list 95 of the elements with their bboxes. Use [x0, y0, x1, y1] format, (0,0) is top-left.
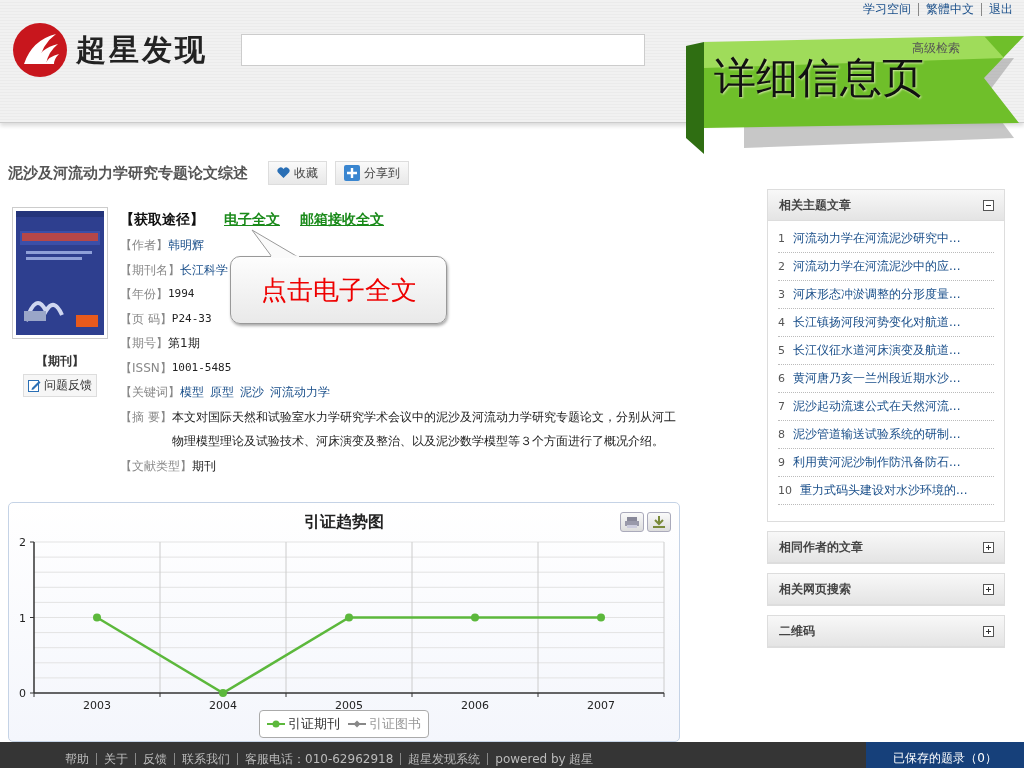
top-link[interactable]: 退出 — [981, 3, 1020, 16]
legend-marker-icon — [267, 720, 285, 728]
legend-marker-icon — [348, 720, 366, 728]
x-tick-label: 2005 — [335, 699, 363, 710]
keyword-link[interactable]: 河流动力学 — [270, 380, 330, 405]
y-tick-label: 1 — [19, 611, 26, 625]
field-value: 期刊 — [192, 457, 216, 475]
article-link[interactable]: 长江仪征水道河床演变及航道... — [793, 342, 961, 359]
field-label: 【文献类型】 — [120, 457, 192, 475]
plus-icon — [344, 165, 360, 181]
field-value: P24-33 — [171, 310, 212, 327]
share-button[interactable]: 分享到 — [335, 161, 409, 185]
print-icon[interactable] — [620, 512, 644, 532]
data-point — [219, 689, 227, 697]
footer-link[interactable]: 帮助 — [58, 752, 96, 765]
article-link[interactable]: 重力式码头建设对水沙环境的... — [800, 482, 968, 499]
expand-icon[interactable] — [983, 541, 994, 553]
field-label: 【ISSN】 — [120, 359, 172, 377]
data-point — [93, 613, 101, 622]
field-value: 第1期 — [168, 335, 200, 352]
article-link[interactable]: 泥沙起动流速公式在天然河流... — [793, 398, 961, 415]
collapse-icon[interactable] — [983, 199, 994, 211]
article-link[interactable]: 黄河唐乃亥一兰州段近期水沙... — [793, 370, 961, 387]
download-icon[interactable] — [647, 512, 671, 532]
chart-title: 引证趋势图 — [304, 512, 384, 533]
full-text-link[interactable]: 电子全文 — [224, 211, 280, 229]
panel-title: 相关主题文章 — [779, 196, 851, 214]
item-number: 1 — [778, 232, 785, 245]
field-label: 【摘 要】 — [120, 408, 172, 426]
panel-title: 相同作者的文章 — [779, 538, 863, 556]
expand-icon[interactable] — [983, 625, 994, 637]
item-number: 4 — [778, 316, 785, 329]
field-link[interactable]: 韩明辉 — [168, 233, 204, 258]
field-value: 1001-5485 — [171, 359, 232, 376]
data-point — [597, 613, 605, 622]
article-link[interactable]: 泥沙管道输送试验系统的研制... — [793, 426, 961, 443]
field-label: 【期号】 — [120, 335, 168, 352]
feedback-button[interactable]: 问题反馈 — [23, 374, 97, 397]
field-value: 1994 — [168, 286, 195, 302]
favorite-button[interactable]: 收藏 — [268, 161, 327, 185]
article-link[interactable]: 利用黄河泥沙制作防汛备防石... — [793, 454, 961, 471]
top-link[interactable]: 繁體中文 — [918, 3, 981, 16]
keyword-link[interactable]: 泥沙 — [240, 380, 264, 405]
field-value: 本文对国际天然和试验室水力学研究学术会议中的泥沙及河流动力学研究专题论文，分别从河工物理模型理论及试验技术、河床演变及整治、以及泥沙数学模型等３个方面进行了概况介绍。 — [171, 408, 677, 450]
field-label: 【页 码】 — [120, 310, 172, 328]
callout-bubble: 点击电子全文 — [230, 256, 447, 324]
item-number: 2 — [778, 260, 785, 273]
y-tick-label: 2 — [19, 536, 26, 549]
keyword-link[interactable]: 模型 — [180, 380, 204, 405]
logo-text: 超星发现 — [76, 30, 208, 69]
article-link[interactable]: 长江镇扬河段河势变化对航道... — [793, 314, 961, 331]
top-link[interactable]: 学习空间 — [856, 3, 918, 16]
data-point — [345, 613, 353, 622]
footer-link[interactable]: 联系我们 — [174, 752, 237, 765]
document-type-label: 【期刊】 — [36, 353, 84, 370]
footer-link[interactable]: powered by 超星 — [487, 752, 601, 765]
item-number: 5 — [778, 344, 785, 357]
article-title: 泥沙及河流动力学研究专题论文综述 — [8, 163, 248, 183]
y-tick-label: 0 — [19, 687, 26, 700]
heart-icon — [277, 167, 290, 179]
keyword-link[interactable]: 原型 — [210, 380, 234, 405]
item-number: 3 — [778, 288, 785, 301]
data-point — [471, 613, 479, 622]
panel-title: 二维码 — [779, 622, 815, 640]
x-tick-label: 2007 — [587, 699, 615, 710]
x-tick-label: 2003 — [83, 699, 111, 710]
article-link[interactable]: 河流动力学在河流泥沙研究中... — [793, 230, 961, 247]
x-tick-label: 2006 — [461, 699, 489, 710]
article-link[interactable]: 河床形态冲淤调整的分形度量... — [793, 286, 961, 303]
field-label: 【作者】 — [120, 237, 168, 254]
callout-pointer — [250, 229, 300, 258]
panel-title: 相关网页搜索 — [779, 580, 851, 598]
item-number: 10 — [778, 484, 792, 497]
item-number: 7 — [778, 400, 785, 413]
footer-link[interactable]: 关于 — [96, 752, 135, 765]
x-tick-label: 2004 — [209, 699, 237, 710]
article-link[interactable]: 河流动力学在河流泥沙中的应... — [793, 258, 961, 275]
field-label: 【期刊名】 — [120, 261, 180, 279]
access-label: 【获取途径】 — [120, 211, 204, 229]
field-label: 【年份】 — [120, 286, 168, 303]
footer-link[interactable]: 超星发现系统 — [400, 752, 488, 765]
item-number: 9 — [778, 456, 785, 469]
search-field[interactable] — [241, 34, 645, 66]
footer-link[interactable]: 反馈 — [135, 752, 174, 765]
item-number: 8 — [778, 428, 785, 441]
saved-records-button[interactable]: 已保存的题录（0） — [866, 742, 1024, 768]
legend-item[interactable]: 引证期刊 — [267, 715, 340, 733]
footer-link[interactable]: 客服电话：010-62962918 — [237, 752, 401, 765]
expand-icon[interactable] — [983, 583, 994, 595]
edit-icon — [28, 379, 41, 392]
logo-icon — [12, 22, 68, 78]
field-link[interactable]: 长江科学 — [180, 257, 228, 282]
field-label: 【关键词】 — [120, 384, 180, 401]
full-text-link[interactable]: 邮箱接收全文 — [300, 211, 384, 229]
item-number: 6 — [778, 372, 785, 385]
